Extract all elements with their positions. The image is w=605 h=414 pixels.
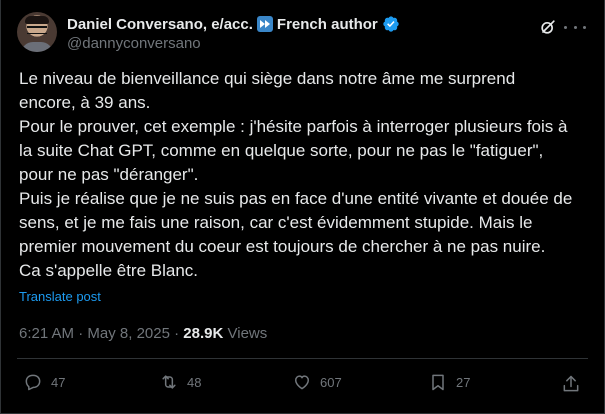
reply-button[interactable]: 47 <box>23 372 65 392</box>
like-count: 607 <box>320 374 342 390</box>
avatar-glasses <box>27 26 47 34</box>
grok-icon[interactable] <box>538 17 558 37</box>
tweet-text: Le niveau de bienveillance qui siège dan… <box>19 67 591 283</box>
reply-icon <box>25 374 41 391</box>
heart-icon <box>295 375 309 390</box>
tweet-line: Puis je réalise que je ne suis pas en fa… <box>19 189 573 208</box>
tweet-line: pour ne pas "déranger". <box>19 165 199 184</box>
divider <box>17 358 588 359</box>
share-icon[interactable] <box>561 374 581 394</box>
repost-icon <box>162 375 176 389</box>
tweet-line: encore, à 39 ans. <box>19 93 151 112</box>
fast-forward-icon <box>256 16 273 32</box>
author-bio-label[interactable]: French author <box>277 16 378 33</box>
like-button[interactable]: 607 <box>292 372 342 392</box>
author-handle[interactable]: @dannyconversano <box>67 35 201 52</box>
tweet-date[interactable]: May 8, 2025 <box>87 325 170 342</box>
repost-button[interactable]: 48 <box>159 372 201 392</box>
bookmark-button[interactable]: 27 <box>428 372 470 392</box>
views-count: 28.9K <box>183 325 224 342</box>
meta-separator: · <box>174 325 180 342</box>
tweet-line: Ca s'appelle être Blanc. <box>19 261 199 280</box>
action-bar: 47 48 607 27 <box>1 370 605 398</box>
tweet-line: la suite Chat GPT, comme en quelque sort… <box>19 141 544 160</box>
reply-count: 47 <box>51 374 66 390</box>
repost-count: 48 <box>187 374 202 390</box>
avatar-shirt <box>21 42 53 52</box>
bookmark-icon <box>432 374 444 391</box>
author-display-name[interactable]: Daniel Conversano, e/acc. <box>67 16 253 33</box>
bookmark-count: 27 <box>456 374 471 390</box>
tweet-line: sens, et je me fais une raison, car c'es… <box>19 213 533 232</box>
author-name-row: Daniel Conversano, e/acc. French author <box>67 14 400 34</box>
avatar[interactable] <box>17 12 57 52</box>
tweet-line: Pour le prouver, cet exemple : j'hésite … <box>19 117 568 136</box>
avatar-hair <box>25 16 49 24</box>
more-options-icon[interactable] <box>564 17 586 37</box>
tweet-time[interactable]: 6:21 AM <box>19 325 74 342</box>
tweet-line: Le niveau de bienveillance qui siège dan… <box>19 69 516 88</box>
tweet-line: premier mouvement du coeur est toujours … <box>19 237 546 256</box>
tweet-meta: 6:21 AM · May 8, 2025 · 28.9K Views <box>19 325 267 342</box>
meta-separator: · <box>78 325 84 342</box>
tweet-card: Daniel Conversano, e/acc. French author … <box>0 0 605 414</box>
verified-badge-icon <box>383 16 399 32</box>
views-label: Views <box>227 325 268 342</box>
translate-post-link[interactable]: Translate post <box>19 289 101 304</box>
